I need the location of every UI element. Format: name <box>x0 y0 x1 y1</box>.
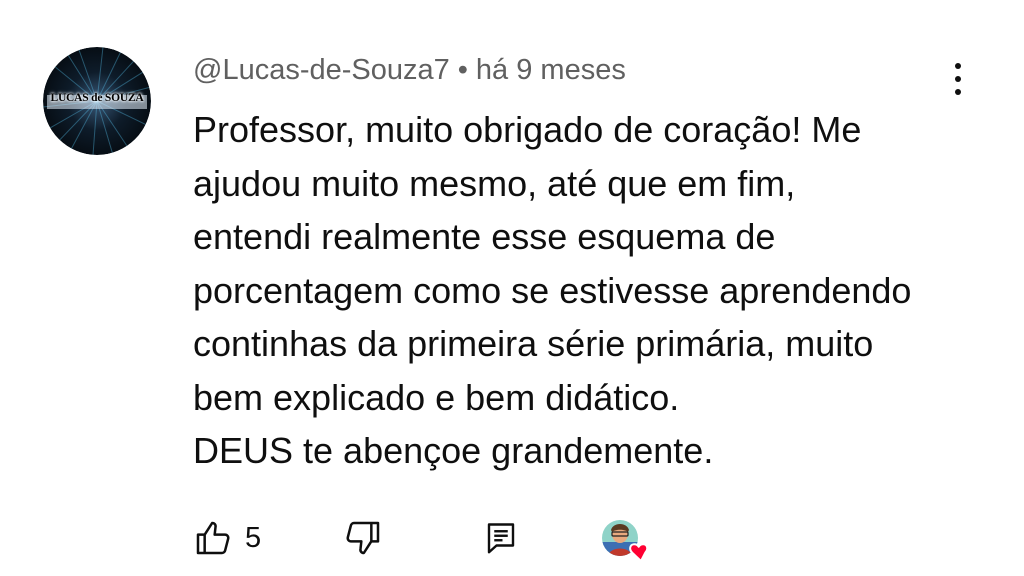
comment-reply-icon <box>487 523 515 554</box>
comment-line: Professor, muito obrigado de coração! Me <box>193 109 862 150</box>
comment-line: entendi realmente esse esquema de <box>193 216 776 257</box>
comment-line: ajudou muito mesmo, até que em fim, <box>193 162 796 204</box>
comment-header: @Lucas-de-Souza7 • há 9 meses <box>193 52 626 88</box>
dislike-button[interactable] <box>343 518 383 558</box>
meta-separator: • <box>457 54 468 86</box>
avatar-label: LUCAS de SOUZA <box>50 92 144 104</box>
comment-line: porcentagem como se estivesse aprendendo <box>193 269 912 311</box>
comment-line: continhas da primeira série primária, mu… <box>193 323 874 364</box>
comment-card: LUCAS de SOUZA @Lucas-de-Souza7 • há 9 mes… <box>0 0 1024 576</box>
author-handle[interactable]: @Lucas-de-Souza7 <box>193 54 450 86</box>
comment-text: Professor, muito obrigado de coração! Me… <box>193 103 993 478</box>
author-avatar[interactable]: LUCAS de SOUZA <box>43 47 151 155</box>
like-count: 5 <box>245 521 262 554</box>
comment-timestamp[interactable]: há 9 meses <box>476 54 626 86</box>
thumb-down-icon <box>346 521 380 555</box>
comment-line: DEUS te abençoe grandemente. <box>193 430 714 471</box>
more-vert-icon[interactable] <box>940 58 976 100</box>
creator-heart-icon <box>600 516 656 566</box>
reply-button[interactable] <box>483 518 519 558</box>
comment-actions: 5 <box>193 512 973 568</box>
like-button[interactable]: 5 <box>193 518 261 558</box>
comment-line: bem explicado e bem didático. <box>193 376 680 418</box>
thumb-up-icon <box>196 521 230 555</box>
